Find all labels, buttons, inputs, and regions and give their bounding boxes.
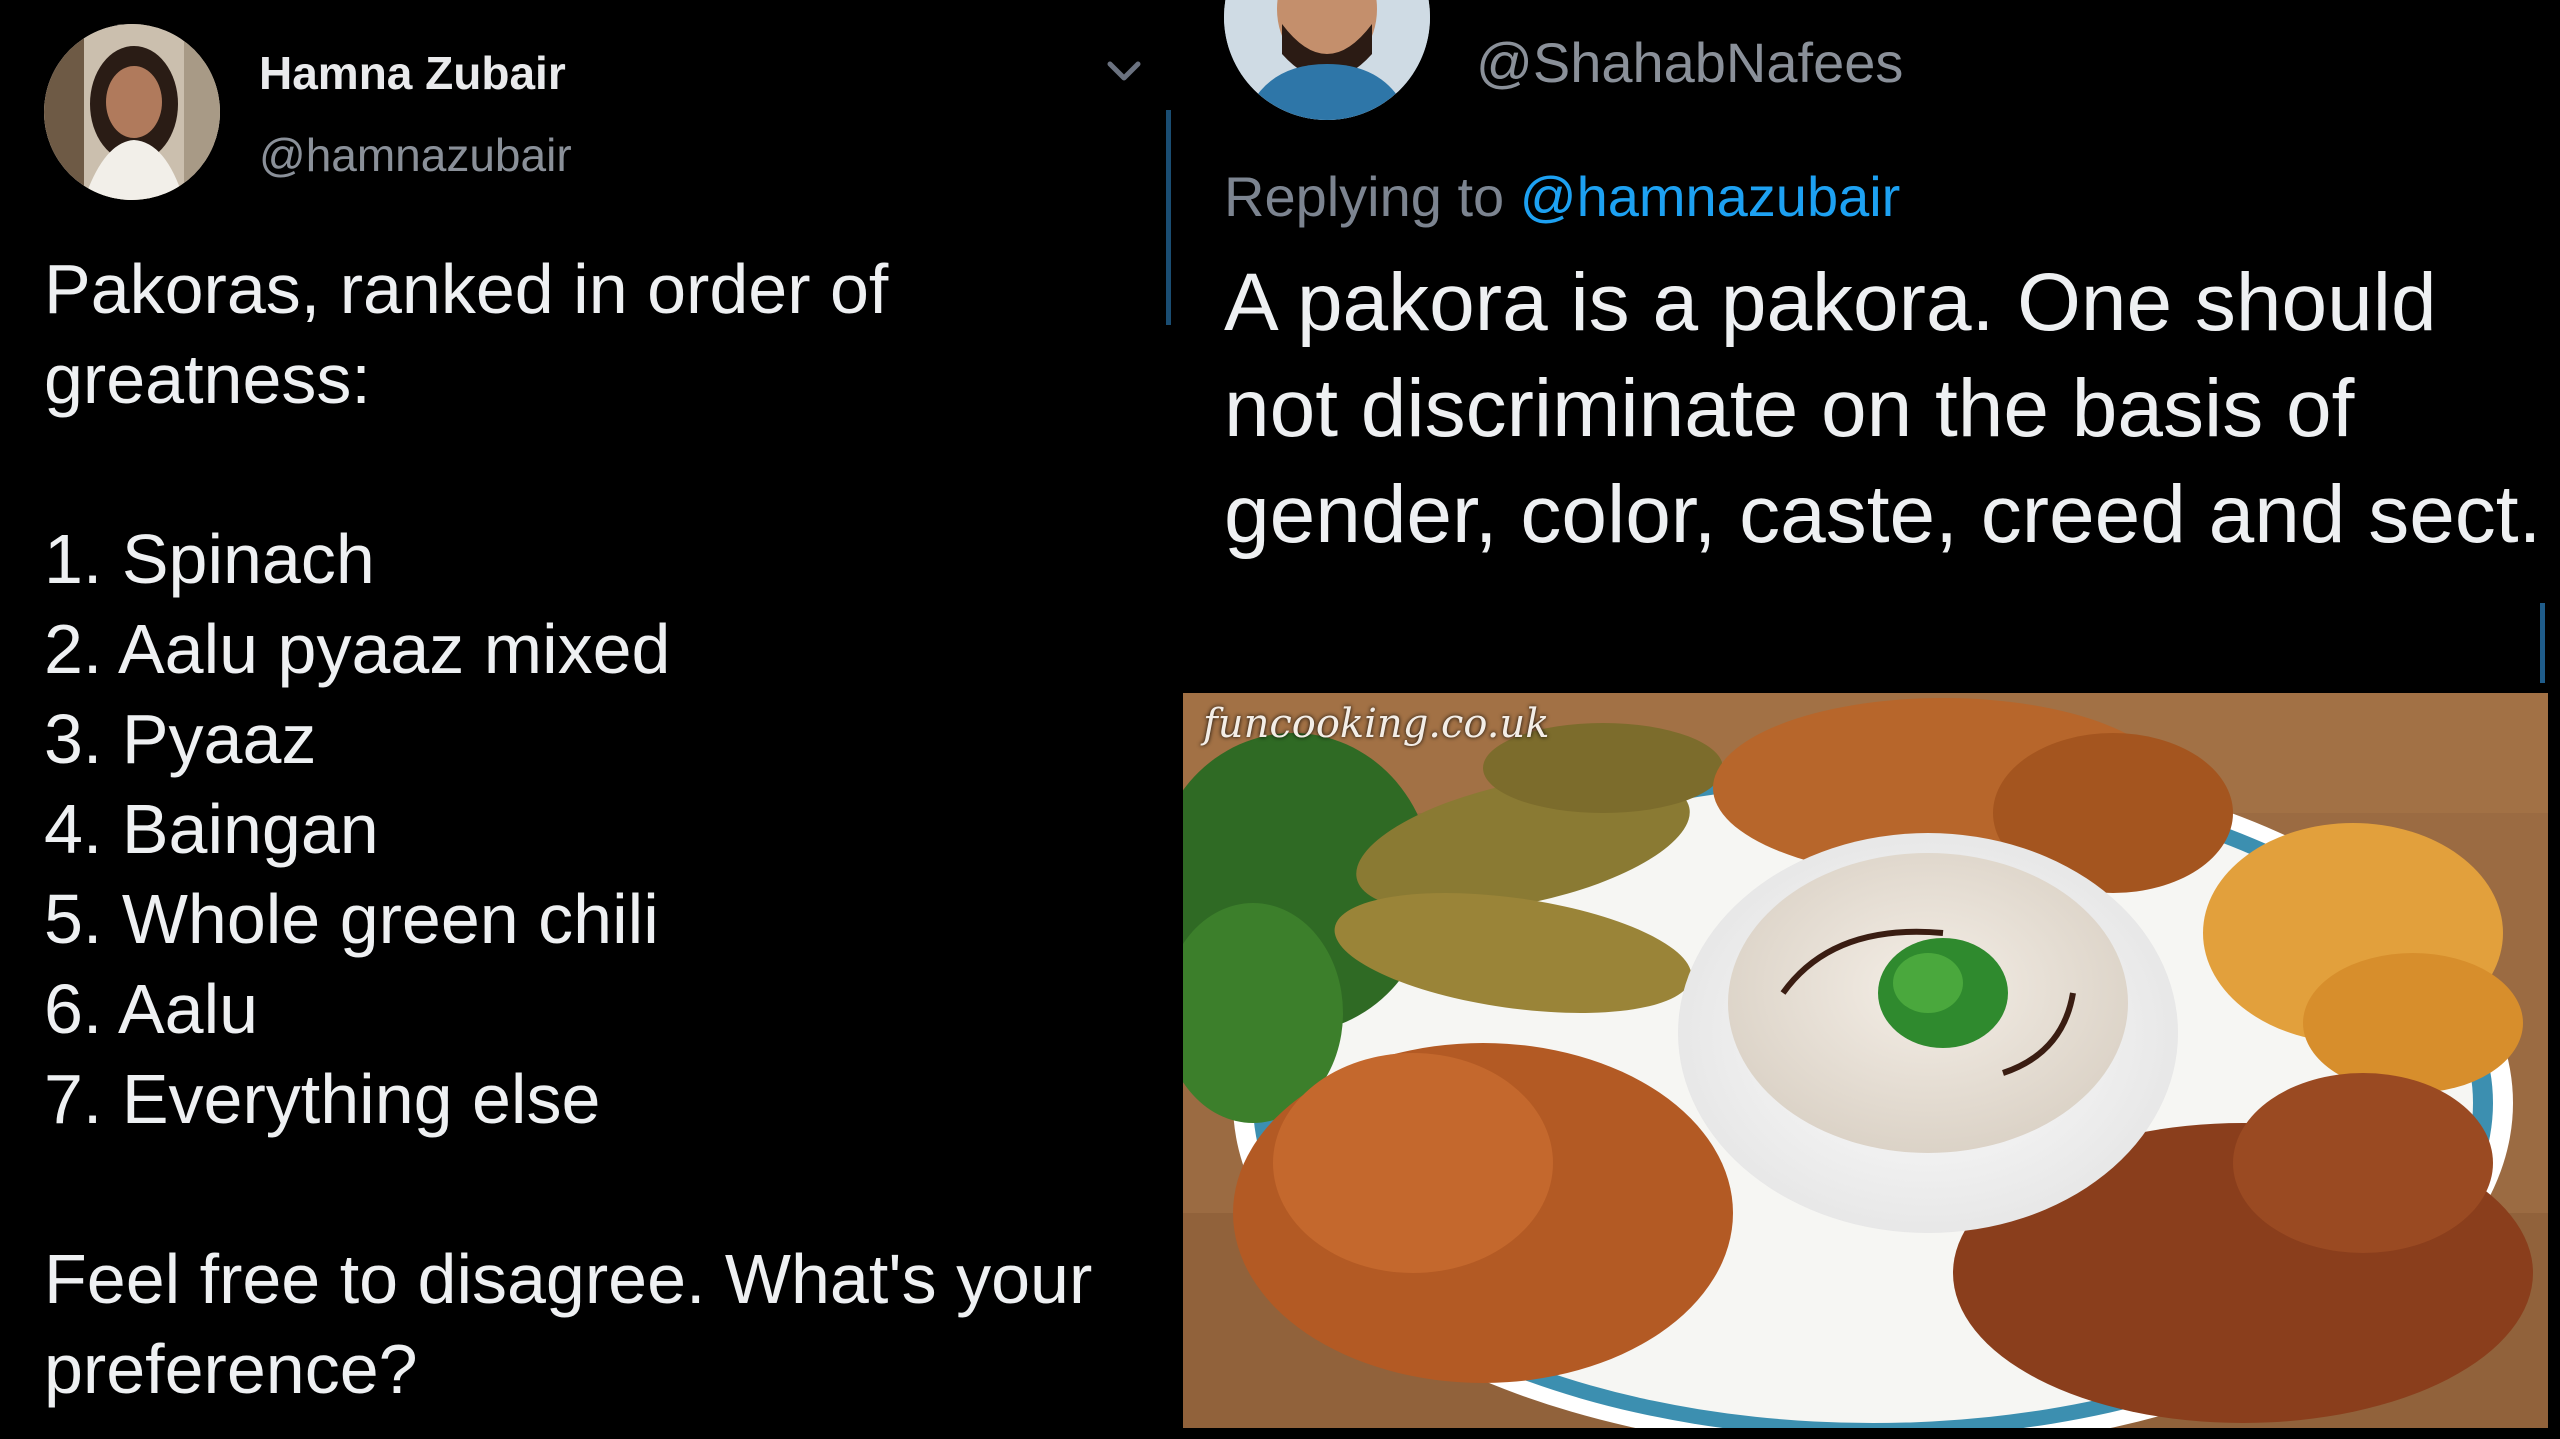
replying-prefix: Replying to: [1224, 165, 1505, 228]
pakora-plate-image: [1183, 693, 2548, 1428]
reply-handle[interactable]: @ShahabNafees: [1476, 30, 1903, 95]
tweet-image[interactable]: funcooking.co.uk: [1183, 693, 2548, 1428]
avatar[interactable]: [44, 24, 220, 200]
scroll-indicator: [2540, 603, 2545, 683]
replying-to-link[interactable]: @hamnazubair: [1520, 165, 1901, 228]
reply-text: A pakora is a pakora. One should not dis…: [1224, 257, 2542, 560]
image-watermark: funcooking.co.uk: [1203, 701, 1550, 747]
thread-line: [1166, 110, 1171, 325]
tweet-text: Pakoras, ranked in order of greatness: 1…: [44, 250, 1093, 1408]
display-name[interactable]: Hamna Zubair: [259, 46, 566, 100]
profile-photo: [44, 24, 220, 200]
handle[interactable]: @hamnazubair: [259, 128, 572, 182]
profile-photo: [1224, 0, 1430, 120]
replying-to-line: Replying to @hamnazubair: [1224, 164, 1900, 229]
chevron-down-icon[interactable]: [1104, 56, 1144, 86]
reply-avatar[interactable]: [1224, 0, 1430, 120]
